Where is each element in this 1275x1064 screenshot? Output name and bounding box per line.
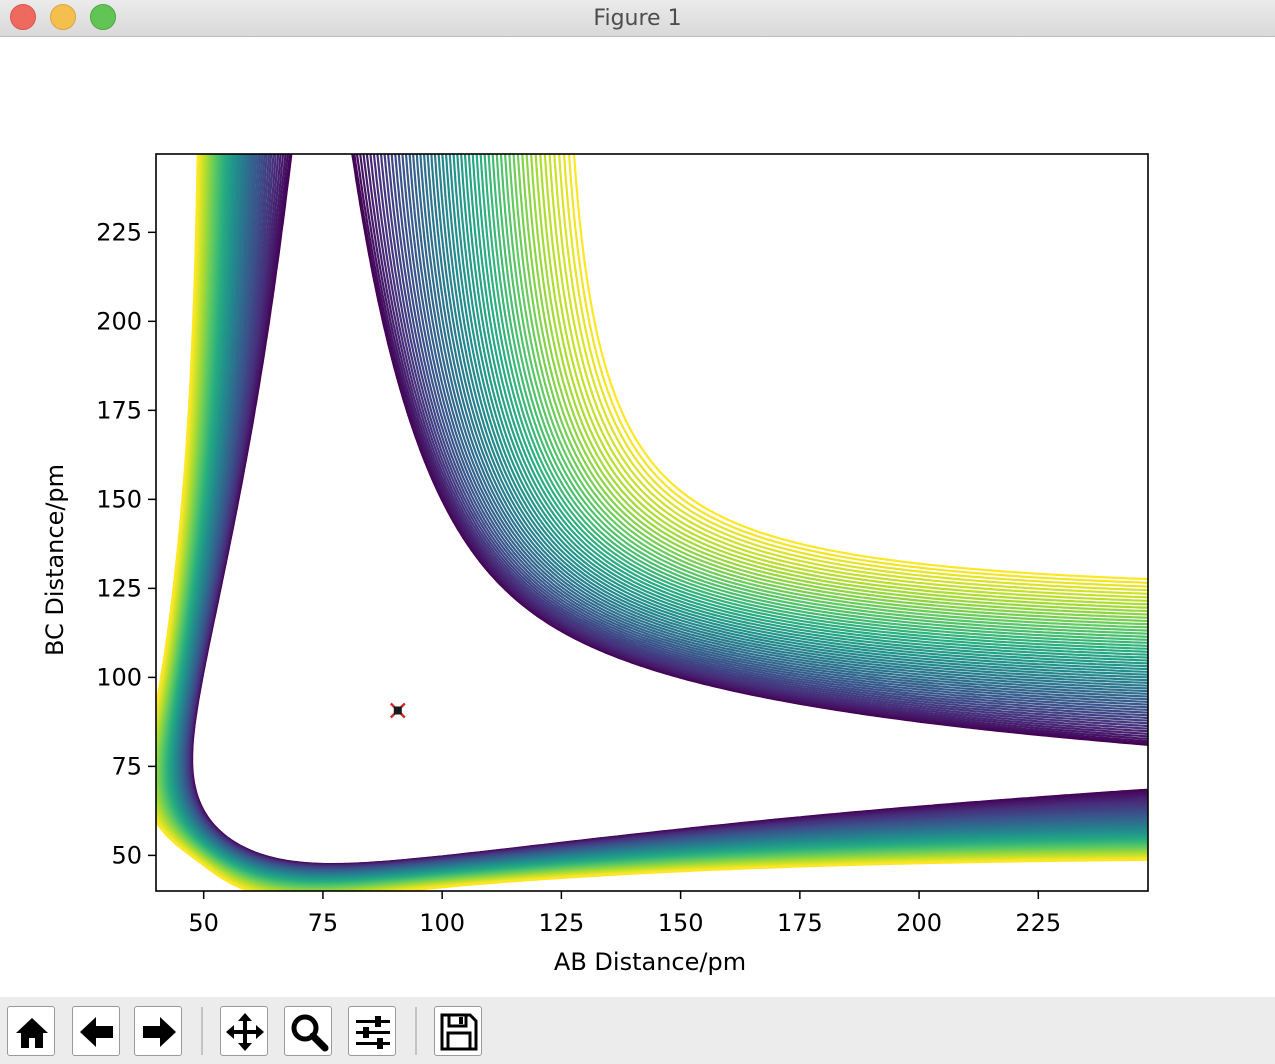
contour-line [156, 154, 1148, 891]
arrow-left-icon [80, 1017, 113, 1047]
contour-line [156, 154, 1148, 891]
home-icon [16, 1018, 48, 1048]
contour-line [185, 154, 1148, 870]
y-axis-ticks: 50 75 100 125 150 175 200 225 [96, 218, 156, 869]
x-tick-label: 50 [188, 909, 219, 937]
contour-line [169, 154, 1148, 882]
y-tick-label: 100 [96, 663, 142, 691]
configure-subplots-button[interactable] [348, 1006, 396, 1056]
y-tick-label: 125 [96, 574, 142, 602]
toolbar-separator [415, 1007, 417, 1055]
contour-line [177, 154, 1148, 876]
contour-line [156, 154, 1148, 891]
contour-line [156, 154, 1148, 891]
back-button[interactable] [72, 1006, 120, 1056]
contour-line [172, 154, 1148, 879]
contour-line [179, 154, 1148, 874]
x-tick-label: 150 [658, 909, 704, 937]
contour-line [156, 154, 1148, 891]
contour-line [180, 154, 1148, 873]
window-titlebar: Figure 1 [0, 0, 1275, 37]
contour-line [180, 154, 1148, 874]
window-title: Figure 1 [593, 6, 682, 31]
contour-lines [156, 154, 1148, 891]
floppy-icon [440, 1013, 478, 1051]
zoom-icon [291, 1014, 329, 1052]
contour-line [156, 154, 1148, 891]
x-axis-label: AB Distance/pm [554, 948, 746, 976]
y-tick-label: 200 [96, 307, 142, 335]
contour-line [156, 154, 1148, 891]
y-tick-label: 150 [96, 485, 142, 513]
zoom-button[interactable] [284, 1006, 332, 1056]
contour-line [163, 154, 1148, 886]
y-axis-label: BC Distance/pm [41, 464, 69, 656]
y-tick-label: 225 [96, 218, 142, 246]
x-tick-label: 100 [419, 909, 465, 937]
sliders-icon [356, 1016, 390, 1049]
toolbar-separator [201, 1007, 203, 1055]
contour-line [188, 154, 1148, 867]
contour-line [156, 154, 1148, 891]
x-tick-label: 75 [308, 909, 339, 937]
axes-frame [155, 153, 1149, 892]
contour-line [186, 154, 1148, 869]
contour-line [164, 154, 1148, 885]
contour-line [156, 154, 1148, 891]
contour-line [164, 154, 1148, 886]
contour-line [171, 154, 1148, 880]
x-tick-label: 200 [896, 909, 942, 937]
arrow-right-icon [143, 1017, 176, 1047]
saddle-point-dot [393, 706, 402, 715]
contour-line [187, 154, 1148, 868]
move-icon [226, 1013, 264, 1051]
contour-line [189, 154, 1148, 867]
contour-line [188, 154, 1148, 868]
contour-line [172, 154, 1148, 880]
navigation-toolbar [0, 997, 1275, 1064]
x-tick-label: 175 [777, 909, 823, 937]
saddle-marker-layer [389, 702, 406, 719]
contour-line [178, 154, 1148, 875]
contour-plot[interactable]: 50 75 100 125 150 175 200 225 50 75 100 125 150 175 2… [0, 37, 1275, 997]
y-tick-label: 75 [111, 752, 142, 780]
contour-line [156, 154, 1148, 891]
pan-button[interactable] [220, 1006, 268, 1056]
contour-line [156, 154, 1148, 891]
y-tick-label: 175 [96, 396, 142, 424]
forward-button[interactable] [134, 1006, 182, 1056]
contour-line [156, 154, 1148, 891]
y-tick-label: 50 [111, 841, 142, 869]
contour-line [162, 154, 1148, 887]
x-axis-ticks: 50 75 100 125 150 175 200 225 [188, 891, 1061, 937]
contour-line [170, 154, 1148, 881]
x-tick-label: 225 [1015, 909, 1061, 937]
contour-line [157, 154, 1148, 891]
x-tick-label: 125 [538, 909, 584, 937]
save-button[interactable] [434, 1006, 482, 1056]
home-button[interactable] [7, 1006, 55, 1056]
contour-line [186, 154, 1148, 869]
